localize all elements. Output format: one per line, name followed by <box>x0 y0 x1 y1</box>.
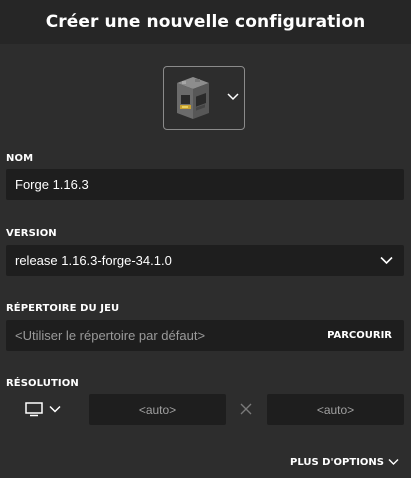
chevron-down-icon <box>49 405 61 413</box>
chevron-down-icon <box>227 93 239 101</box>
chevron-down-icon <box>388 459 399 465</box>
times-icon <box>240 403 252 415</box>
name-field[interactable]: Forge 1.16.3 <box>6 169 404 200</box>
game-directory-label: RÉPERTOIRE DU JEU <box>6 303 120 314</box>
version-select[interactable]: release 1.16.3-forge-34.1.0 <box>6 245 404 276</box>
resolution-width-input[interactable]: <auto> <box>89 394 226 425</box>
furnace-block-icon <box>177 77 209 119</box>
browse-button[interactable]: PARCOURIR <box>327 320 392 351</box>
resolution-height-input[interactable]: <auto> <box>267 394 404 425</box>
resolution-row: <auto> <auto> <box>0 394 411 425</box>
game-directory-field[interactable]: <Utiliser le répertoire par défaut> PARC… <box>6 320 404 351</box>
version-label: VERSION <box>6 228 57 239</box>
name-label: NOM <box>6 153 34 164</box>
resolution-label: RÉSOLUTION <box>6 378 79 389</box>
game-directory-placeholder[interactable]: <Utiliser le répertoire par défaut> <box>6 328 205 343</box>
name-field-value[interactable]: Forge 1.16.3 <box>6 177 89 192</box>
more-options-button[interactable]: PLUS D'OPTIONS <box>290 454 399 470</box>
chevron-down-icon[interactable] <box>380 256 393 265</box>
dialog-title: Créer une nouvelle configuration <box>45 12 366 32</box>
dialog-header: Créer une nouvelle configuration <box>0 0 411 44</box>
more-options-label[interactable]: PLUS D'OPTIONS <box>290 457 384 468</box>
display-select[interactable] <box>20 394 68 425</box>
version-select-value[interactable]: release 1.16.3-forge-34.1.0 <box>6 253 172 268</box>
icon-picker-button[interactable] <box>163 66 245 130</box>
monitor-icon <box>25 402 43 417</box>
